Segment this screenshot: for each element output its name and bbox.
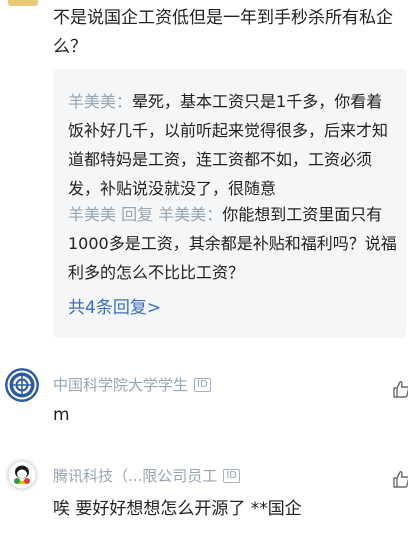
tencent-logo-icon: [5, 458, 39, 492]
avatar[interactable]: [5, 368, 39, 402]
ucas-logo-icon: [5, 368, 39, 402]
reply-separator: ：: [206, 205, 223, 224]
id-badge: ID: [194, 377, 211, 392]
comment-author[interactable]: 腾讯科技（...限公司员工 ID: [53, 465, 240, 486]
thumbs-up-icon[interactable]: [393, 380, 408, 398]
avatar[interactable]: [5, 458, 39, 492]
reply-item[interactable]: 羊美美：晕死，基本工资只是1千多，你看着饭补好几千，以前听起来觉得很多，后来才知…: [68, 87, 398, 203]
comment-body: m: [53, 405, 70, 425]
reply-author[interactable]: 羊美美: [68, 92, 116, 111]
author-name[interactable]: 中国科学院大学学生: [53, 374, 188, 395]
comment-thread-view: 不是说国企工资低但是一年到手秒杀所有私企么？ 羊美美：晕死，基本工资只是1千多，…: [0, 0, 408, 533]
previous-avatar-edge: [8, 0, 38, 6]
reply-list: 羊美美：晕死，基本工资只是1千多，你看着饭补好几千，以前听起来觉得很多，后来才知…: [53, 69, 406, 338]
reply-text: 你能想到工资里面只有1000多是工资，其余都是补贴和福利吗？说福利多的怎么不比比…: [68, 205, 397, 282]
id-badge: ID: [223, 468, 240, 483]
reply-author[interactable]: 羊美美: [68, 205, 116, 224]
reply-item[interactable]: 羊美美 回复 羊美美：你能想到工资里面只有1000多是工资，其余都是补贴和福利吗…: [68, 200, 398, 287]
reply-separator: ：: [116, 92, 133, 111]
thumbs-up-icon[interactable]: [393, 470, 408, 488]
reply-target[interactable]: 羊美美: [158, 205, 206, 224]
more-replies-link[interactable]: 共4条回复>: [68, 293, 161, 318]
comment-body: 不是说国企工资低但是一年到手秒杀所有私企么？: [53, 8, 393, 57]
comment-author[interactable]: 中国科学院大学学生 ID: [53, 374, 211, 395]
author-name[interactable]: 腾讯科技（...限公司员工: [53, 465, 217, 486]
reply-word: 回复: [121, 205, 154, 224]
comment-body: 唉 要好好想想怎么开源了 **国企: [53, 499, 302, 519]
